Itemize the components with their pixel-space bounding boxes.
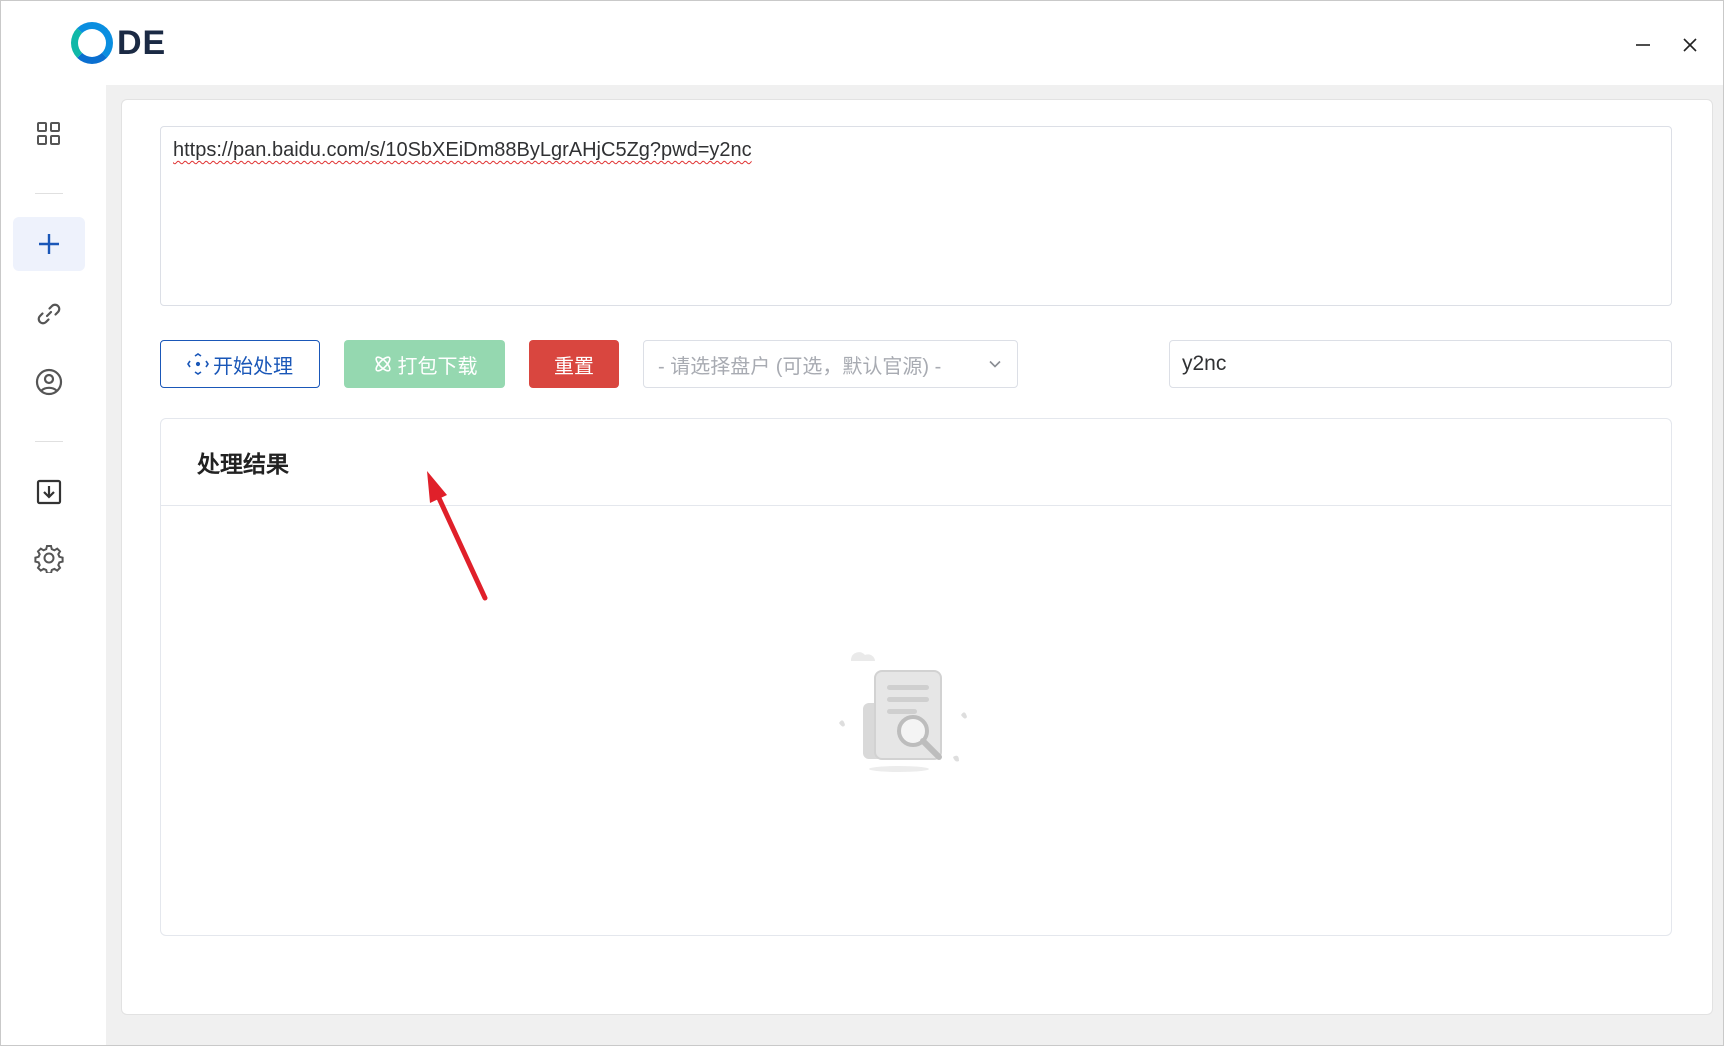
download-icon <box>36 479 62 505</box>
sidebar <box>1 85 106 1045</box>
sidebar-item-downloads[interactable] <box>13 465 85 519</box>
start-processing-button[interactable]: 开始处理 <box>160 340 320 388</box>
user-circle-icon <box>35 368 63 396</box>
empty-state-illustration <box>831 637 981 792</box>
sidebar-divider <box>35 193 63 194</box>
gear-icon <box>34 545 64 573</box>
sidebar-item-new-task[interactable] <box>13 217 85 271</box>
account-select[interactable]: - 请选择盘户 (可选，默认官源) - <box>643 340 1018 388</box>
password-input[interactable]: y2nc <box>1169 340 1672 388</box>
url-input[interactable]: https://pan.baidu.com/s/10SbXEiDm88ByLgr… <box>160 126 1672 306</box>
reset-button[interactable]: 重置 <box>529 340 619 388</box>
app-window: DE https://pan.baidu.com/s/10SbXEiDm88By… <box>0 0 1724 1046</box>
results-header: 处理结果 <box>161 419 1671 506</box>
link-icon <box>37 303 61 325</box>
pack-download-label: 打包下载 <box>397 355 478 378</box>
sidebar-item-links[interactable] <box>13 287 85 341</box>
account-select-placeholder: - 请选择盘户 (可选，默认官源) - <box>658 355 942 378</box>
atom-icon <box>372 353 394 375</box>
reset-label: 重置 <box>554 355 594 378</box>
grid-icon <box>37 122 60 145</box>
start-processing-label: 开始处理 <box>213 355 293 378</box>
title-bar: DE <box>1 1 1723 85</box>
sidebar-divider <box>35 441 63 442</box>
process-icon <box>187 353 209 375</box>
password-input-value: y2nc <box>1182 352 1227 375</box>
logo-text: DE <box>117 23 167 62</box>
app-logo: DE <box>71 21 166 65</box>
sidebar-item-settings[interactable] <box>13 531 85 585</box>
logo-ring-icon <box>71 22 113 64</box>
close-icon <box>1683 38 1697 52</box>
results-title: 处理结果 <box>197 451 289 477</box>
results-card: 处理结果 <box>160 418 1672 936</box>
pack-download-button[interactable]: 打包下载 <box>344 340 505 388</box>
url-input-value: https://pan.baidu.com/s/10SbXEiDm88ByLgr… <box>173 139 752 161</box>
sidebar-item-account[interactable] <box>13 355 85 409</box>
annotation-arrow <box>427 471 488 601</box>
main-panel: https://pan.baidu.com/s/10SbXEiDm88ByLgr… <box>121 99 1713 1015</box>
minimize-button[interactable] <box>1625 27 1661 63</box>
minimize-icon <box>1636 44 1650 46</box>
close-button[interactable] <box>1672 27 1708 63</box>
chevron-down-icon <box>987 356 1003 372</box>
sidebar-item-dashboard[interactable] <box>13 107 85 161</box>
plus-icon <box>39 234 59 254</box>
